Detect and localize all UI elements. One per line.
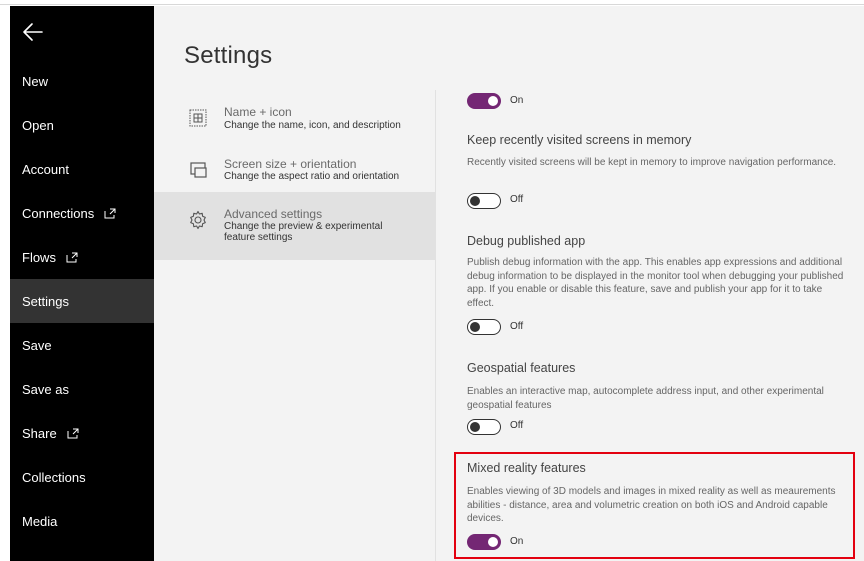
nav-item-label: Open — [22, 117, 54, 133]
setting-toggle[interactable] — [467, 93, 501, 109]
toggle-state-label: Off — [510, 194, 524, 205]
toggle-state-label: On — [510, 536, 524, 547]
setting-description: Enables an interactive map, autocomplete… — [467, 386, 824, 411]
nav-item-label: Account — [22, 161, 69, 177]
setting-title: Debug published app — [467, 234, 586, 248]
nav-item-new[interactable]: New — [10, 59, 154, 103]
debug-published-app-toggle[interactable] — [467, 319, 501, 335]
category-description: Change the name, icon, and description — [224, 120, 401, 131]
file-menu-sidebar: New Open Account Connections Flows Setti… — [10, 6, 154, 561]
toggle-knob — [470, 422, 480, 432]
toggle-knob — [470, 196, 480, 206]
category-title: Name + icon — [224, 105, 292, 119]
setting-description: Recently visited screens will be kept in… — [467, 157, 837, 168]
external-link-icon — [67, 428, 79, 438]
mixed-reality-features-toggle[interactable] — [467, 534, 501, 550]
nav-item-label: Settings — [22, 293, 69, 309]
external-link-icon — [66, 252, 78, 262]
setting-title: Mixed reality features — [467, 461, 586, 475]
toggle-state-label: Off — [510, 420, 524, 431]
toggle-knob — [470, 322, 480, 332]
nav-item-open[interactable]: Open — [10, 103, 154, 147]
category-description: Change the aspect ratio and orientation — [224, 171, 400, 182]
back-button[interactable] — [20, 18, 48, 46]
nav-item-label: Save — [22, 337, 52, 353]
nav-item-save-as[interactable]: Save as — [10, 367, 154, 411]
setting-title: Keep recently visited screens in memory — [467, 133, 692, 147]
nav-item-flows[interactable]: Flows — [10, 235, 154, 279]
nav-item-collections[interactable]: Collections — [10, 455, 154, 499]
toggle-knob — [488, 96, 498, 106]
nav-item-share[interactable]: Share — [10, 411, 154, 455]
geospatial-features-toggle[interactable] — [467, 419, 501, 435]
toggle-state-label: On — [510, 95, 524, 106]
panel-divider — [435, 90, 436, 561]
nav-item-label: Flows — [22, 249, 56, 265]
screen-size-icon — [190, 162, 207, 178]
category-description: Change the preview & experimental featur… — [224, 221, 383, 243]
page-title: Settings — [184, 42, 273, 69]
category-title: Advanced settings — [224, 207, 323, 221]
nav-item-account[interactable]: Account — [10, 147, 154, 191]
nav-item-label: Save as — [22, 381, 69, 397]
nav-item-save[interactable]: Save — [10, 323, 154, 367]
window-top-edge — [0, 0, 864, 5]
setting-description: Enables viewing of 3D models and images … — [467, 486, 836, 524]
nav-item-label: Share — [22, 425, 57, 441]
category-advanced-settings[interactable]: Advanced settings Change the preview & e… — [154, 192, 436, 260]
settings-panel: Settings Name + icon Change the name, ic… — [154, 6, 864, 561]
nav-item-label: Connections — [22, 205, 95, 221]
setting-title: Geospatial features — [467, 361, 576, 375]
external-link-icon — [104, 208, 116, 218]
setting-description: Publish debug information with the app. … — [467, 257, 844, 309]
toggle-state-label: Off — [510, 321, 524, 332]
category-title: Screen size + orientation — [224, 157, 357, 171]
nav-item-connections[interactable]: Connections — [10, 191, 154, 235]
toggle-knob — [488, 537, 498, 547]
nav-item-media[interactable]: Media — [10, 499, 154, 543]
nav-item-label: Collections — [22, 469, 86, 485]
nav-item-label: Media — [22, 513, 58, 529]
name-icon — [189, 109, 207, 127]
gear-icon — [190, 210, 206, 230]
keep-screens-in-memory-toggle[interactable] — [467, 193, 501, 209]
nav-item-settings[interactable]: Settings — [10, 279, 154, 323]
nav-item-label: New — [22, 73, 49, 89]
back-arrow-icon — [23, 23, 43, 41]
